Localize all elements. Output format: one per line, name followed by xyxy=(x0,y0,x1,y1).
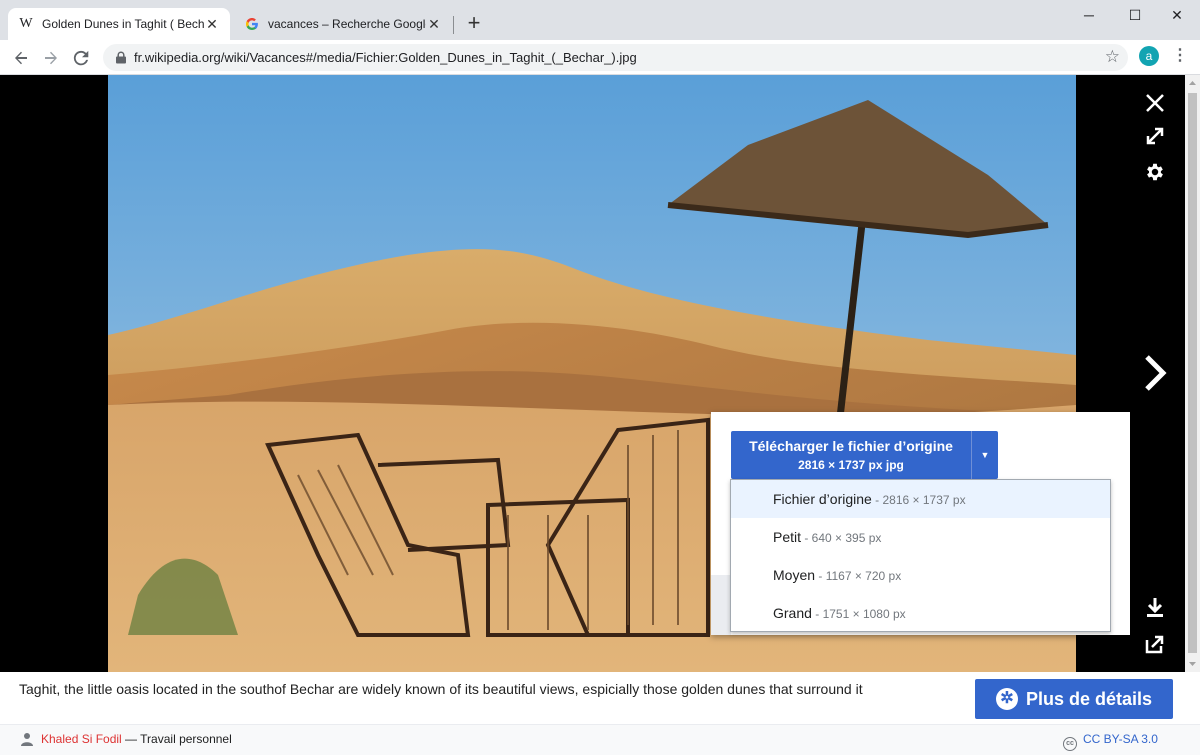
menu-item-small[interactable]: Petit - 640 × 395 px xyxy=(731,518,1110,556)
license-link[interactable]: cc CC BY-SA 3.0 xyxy=(1063,732,1158,751)
arrow-left-icon xyxy=(15,51,27,65)
tab-title: Golden Dunes in Taghit ( Bechar ) xyxy=(42,17,204,31)
download-original-button[interactable]: Télécharger le fichier d’origine 2816 × … xyxy=(731,431,971,479)
address-bar[interactable]: fr.wikipedia.org/wiki/Vacances#/media/Fi… xyxy=(103,44,1128,71)
wikipedia-favicon-icon: W xyxy=(19,16,33,31)
lock-icon xyxy=(116,51,126,64)
reload-button[interactable] xyxy=(67,44,95,72)
menu-item-large[interactable]: Grand - 1751 × 1080 px xyxy=(731,594,1110,632)
download-icon xyxy=(1147,598,1163,617)
scrollbar[interactable] xyxy=(1185,75,1200,672)
share-button[interactable] xyxy=(1140,630,1170,658)
kebab-menu-icon[interactable]: ⋮ xyxy=(1172,45,1188,67)
download-button-size: 2816 × 1737 px jpg xyxy=(798,458,904,472)
close-icon xyxy=(1146,94,1164,112)
url-text: fr.wikipedia.org/wiki/Vacances#/media/Fi… xyxy=(134,50,637,65)
user-icon xyxy=(21,733,33,746)
tab-google-search[interactable]: vacances – Recherche Google ✕ xyxy=(234,8,452,40)
download-button-label: Télécharger le fichier d’origine xyxy=(749,438,953,454)
download-size-menu: Fichier d’origine - 2816 × 1737 px Petit… xyxy=(730,479,1111,632)
tab-title: vacances – Recherche Google xyxy=(268,17,426,31)
cc-icon: cc xyxy=(1063,737,1077,751)
minimize-button[interactable]: ─ xyxy=(1066,0,1112,30)
menu-item-medium[interactable]: Moyen - 1167 × 720 px xyxy=(731,556,1110,594)
reload-icon xyxy=(73,50,89,66)
close-window-button[interactable]: ✕ xyxy=(1154,0,1200,30)
menu-item-original[interactable]: Fichier d’origine - 2816 × 1737 px xyxy=(731,480,1110,518)
author-suffix: — Travail personnel xyxy=(121,732,232,746)
browser-toolbar: fr.wikipedia.org/wiki/Vacances#/media/Fi… xyxy=(0,40,1200,75)
fullscreen-button[interactable] xyxy=(1140,121,1170,151)
tab-golden-dunes[interactable]: W Golden Dunes in Taghit ( Bechar ) ✕ xyxy=(8,8,230,40)
close-tab-icon[interactable]: ✕ xyxy=(426,16,442,32)
new-tab-button[interactable]: + xyxy=(462,12,486,36)
settings-button[interactable] xyxy=(1140,157,1170,187)
forward-button[interactable] xyxy=(37,44,65,72)
credits-bar: Khaled Si Fodil — Travail personnel cc CC… xyxy=(0,724,1200,755)
download-button[interactable] xyxy=(1140,593,1170,623)
image-caption: Taghit, the little oasis located in the … xyxy=(19,681,863,697)
arrow-right-icon xyxy=(45,51,57,65)
tab-separator xyxy=(453,16,454,34)
commons-icon: ✲ xyxy=(995,688,1018,710)
google-favicon-icon xyxy=(244,16,260,32)
profile-avatar[interactable]: a xyxy=(1139,46,1159,66)
more-details-label: Plus de détails xyxy=(1025,688,1153,709)
back-button[interactable] xyxy=(7,44,35,72)
expand-icon xyxy=(1146,127,1164,145)
gear-icon xyxy=(1147,163,1163,181)
caret-down-icon: ▼ xyxy=(980,450,990,460)
tab-strip: W Golden Dunes in Taghit ( Bechar ) ✕ va… xyxy=(0,0,1200,40)
close-viewer-button[interactable] xyxy=(1140,88,1170,118)
author-link[interactable]: Khaled Si Fodil xyxy=(41,732,122,746)
chevron-right-icon xyxy=(1145,355,1167,391)
license-label: CC BY-SA 3.0 xyxy=(1083,732,1158,746)
maximize-button[interactable]: ☐ xyxy=(1112,0,1158,30)
close-tab-icon[interactable]: ✕ xyxy=(204,16,220,32)
star-icon[interactable]: ☆ xyxy=(1105,47,1120,67)
author-credit: Khaled Si Fodil — Travail personnel xyxy=(41,732,232,746)
download-size-dropdown-button[interactable]: ▼ xyxy=(971,431,998,479)
next-image-button[interactable] xyxy=(1138,353,1172,393)
panel-divider xyxy=(711,575,731,635)
share-icon xyxy=(1145,635,1164,654)
more-details-button[interactable]: ✲ Plus de détails xyxy=(975,679,1173,719)
